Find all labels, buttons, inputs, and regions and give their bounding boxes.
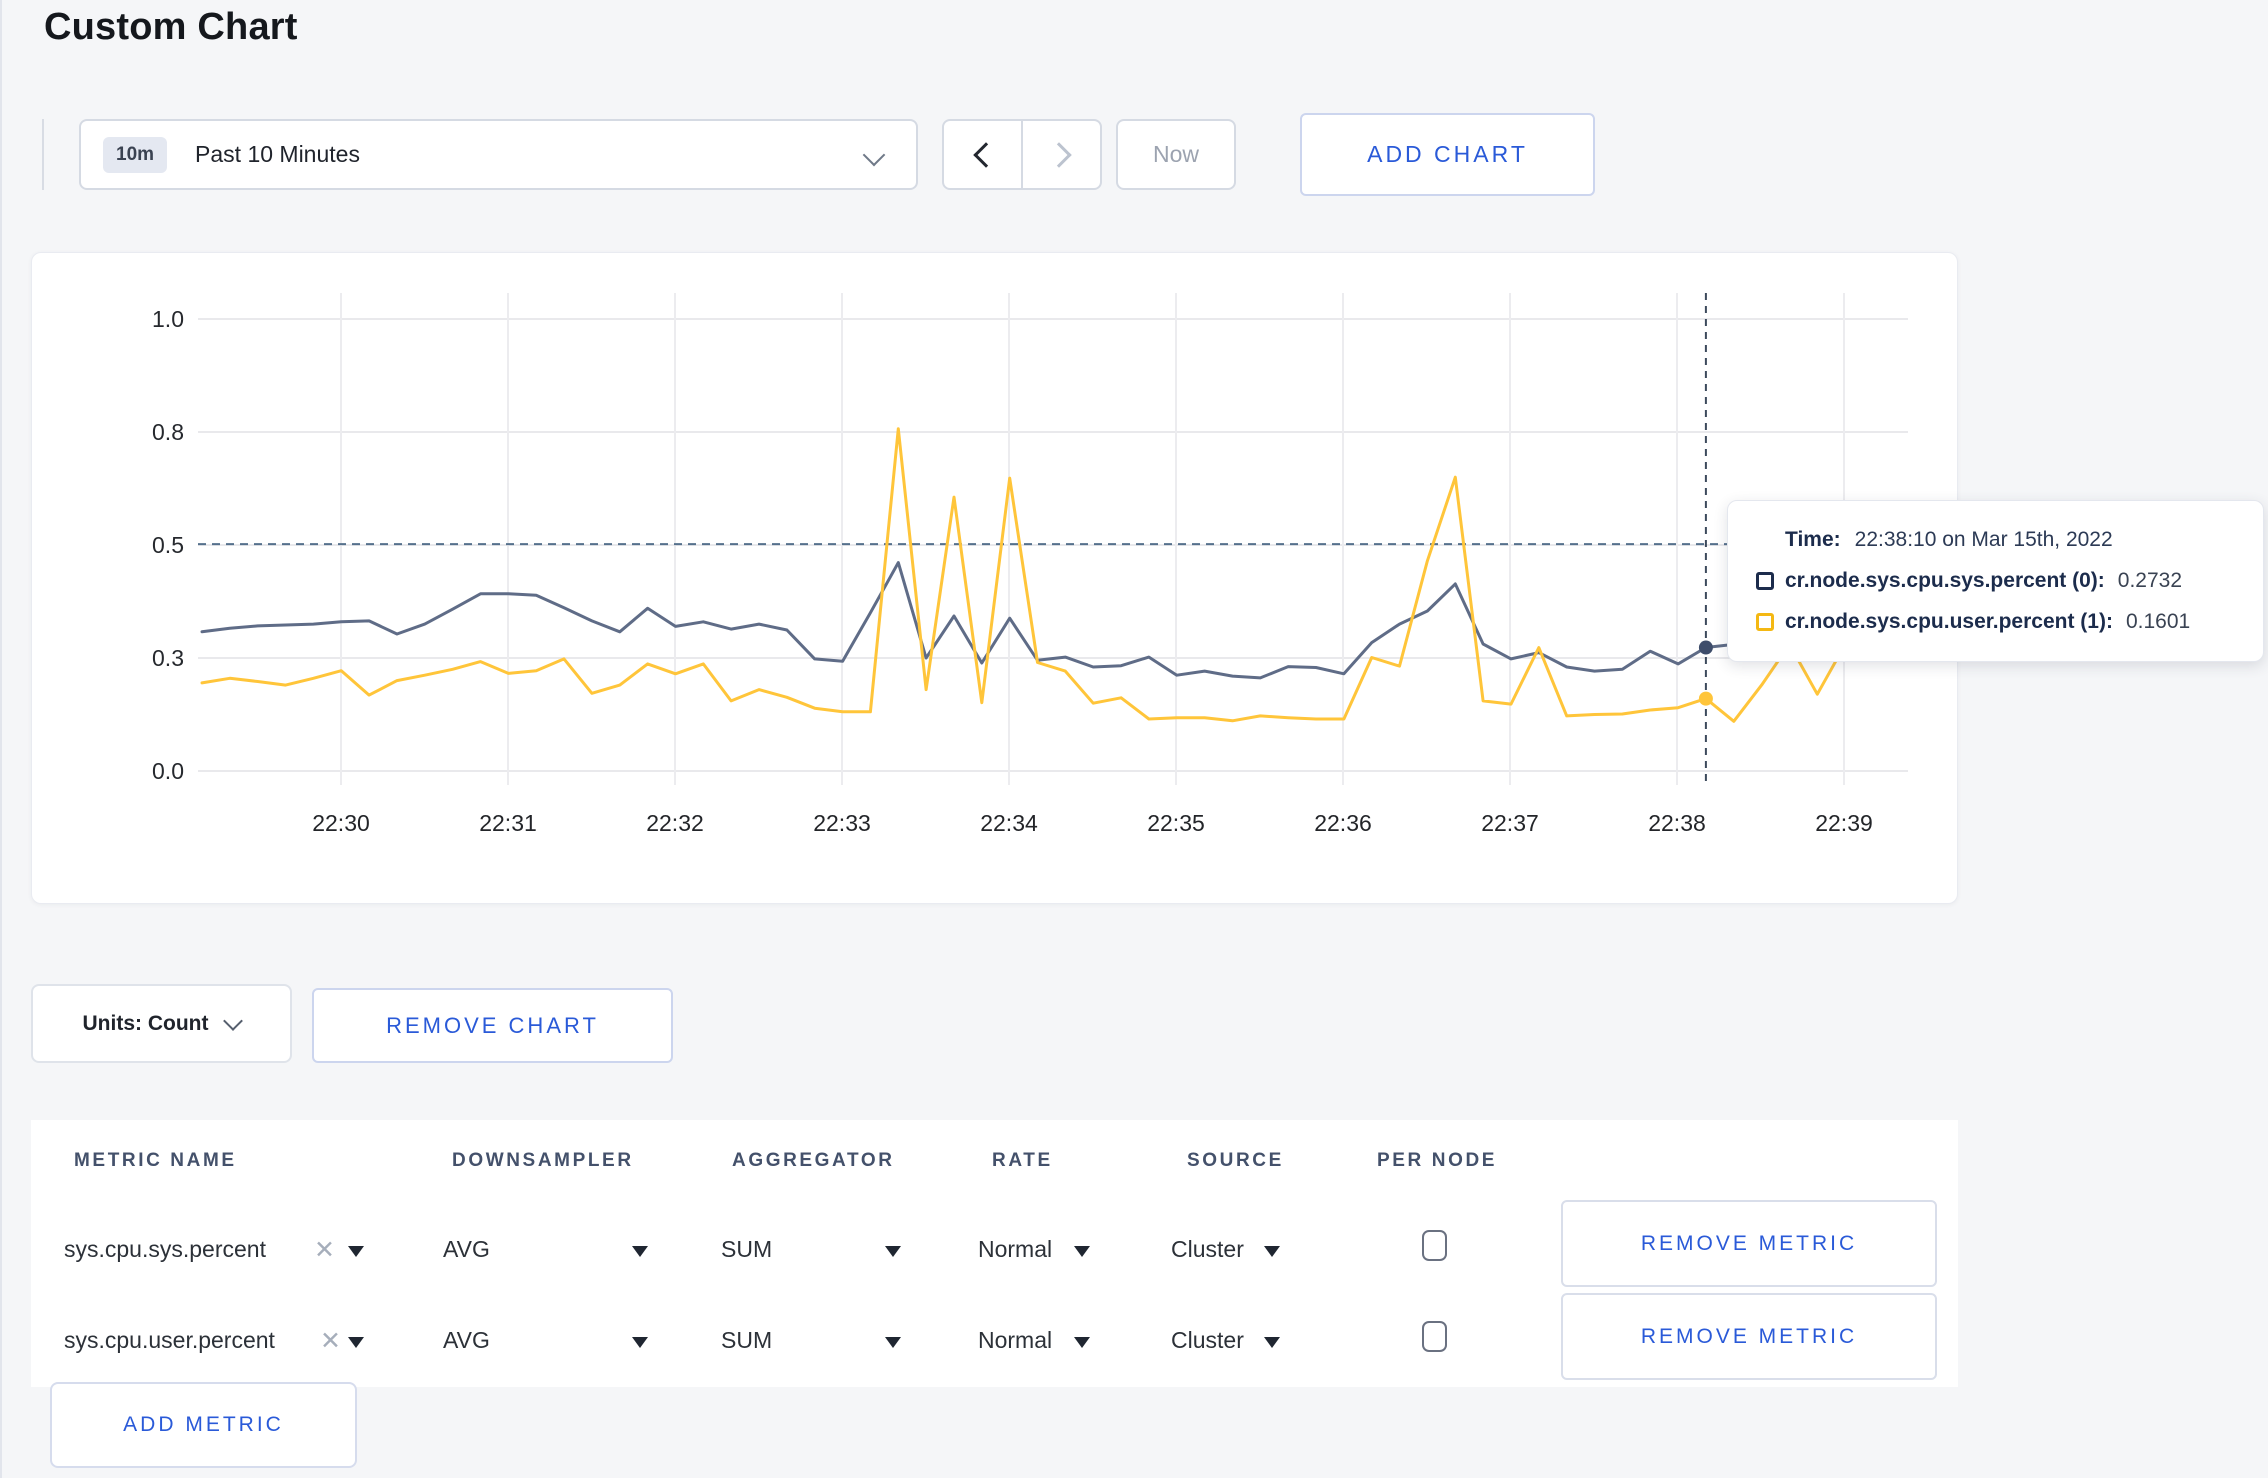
rate-caret-icon[interactable]	[1074, 1337, 1090, 1348]
tooltip-time-row: Time: 22:38:10 on Mar 15th, 2022	[1756, 528, 2263, 552]
downsampler-select[interactable]: AVG	[443, 1327, 490, 1354]
time-range-select[interactable]: 10m Past 10 Minutes	[79, 119, 918, 190]
chevron-down-icon	[862, 143, 886, 167]
aggregator-caret-icon[interactable]	[885, 1246, 901, 1257]
downsampler-select[interactable]: AVG	[443, 1236, 490, 1263]
units-select[interactable]: Units: Count	[31, 984, 292, 1063]
time-forward-button[interactable]	[1021, 121, 1100, 188]
tooltip-user-value: 0.1601	[2125, 610, 2191, 633]
svg-text:22:31: 22:31	[479, 810, 537, 836]
svg-text:1.0: 1.0	[152, 306, 184, 332]
svg-text:22:35: 22:35	[1147, 810, 1205, 836]
time-range-label: Past 10 Minutes	[195, 141, 360, 167]
header-source: SOURCE	[1187, 1150, 1284, 1171]
svg-text:0.0: 0.0	[152, 758, 184, 784]
metric-name-select[interactable]: sys.cpu.user.percent	[64, 1327, 275, 1354]
clear-metric-icon[interactable]: ✕	[314, 1235, 335, 1265]
svg-text:22:30: 22:30	[312, 810, 370, 836]
chart-tooltip: Time: 22:38:10 on Mar 15th, 2022 cr.node…	[1727, 500, 2264, 662]
chevron-right-icon	[1045, 141, 1072, 168]
rate-select[interactable]: Normal	[978, 1327, 1052, 1354]
add-metric-button[interactable]: ADD METRIC	[50, 1382, 357, 1468]
metric-caret-icon[interactable]	[348, 1246, 364, 1257]
tooltip-user-label: cr.node.sys.cpu.user.percent (1):	[1785, 610, 2113, 633]
tooltip-series-row-sys: cr.node.sys.cpu.sys.percent (0): 0.2732	[1756, 569, 2263, 593]
downsampler-caret-icon[interactable]	[632, 1337, 648, 1348]
page-title: Custom Chart	[44, 6, 298, 48]
source-select[interactable]: Cluster	[1171, 1236, 1244, 1263]
aggregator-select[interactable]: SUM	[721, 1236, 772, 1263]
source-select[interactable]: Cluster	[1171, 1327, 1244, 1354]
chart-card: 1.0 0.8 0.5 0.3 0.0 22:30 22:31 22:32 22:33 22:34…	[31, 252, 1958, 904]
chevron-down-icon	[223, 1010, 244, 1031]
svg-text:22:36: 22:36	[1314, 810, 1372, 836]
tooltip-sys-label: cr.node.sys.cpu.sys.percent (0):	[1785, 569, 2105, 592]
time-range-badge: 10m	[103, 136, 168, 173]
add-chart-label: ADD CHART	[1367, 141, 1528, 167]
tooltip-time-label: Time:	[1785, 528, 1841, 551]
remove-chart-button[interactable]: REMOVE CHART	[312, 988, 673, 1063]
rate-select[interactable]: Normal	[978, 1236, 1052, 1263]
time-back-button[interactable]	[944, 121, 1021, 188]
header-downsampler: DOWNSAMPLER	[452, 1150, 634, 1171]
svg-text:22:39: 22:39	[1815, 810, 1873, 836]
tooltip-time-value: 22:38:10 on Mar 15th, 2022	[1854, 528, 2113, 551]
header-metric-name: METRIC NAME	[74, 1150, 237, 1171]
remove-metric-label: REMOVE METRIC	[1640, 1231, 1858, 1255]
svg-text:22:33: 22:33	[813, 810, 871, 836]
add-metric-label: ADD METRIC	[123, 1413, 284, 1436]
now-button-label: Now	[1152, 141, 1199, 167]
user-series-swatch-icon	[1756, 613, 1774, 631]
svg-text:0.3: 0.3	[152, 645, 184, 671]
tooltip-sys-value: 0.2732	[2117, 569, 2183, 592]
header-aggregator: AGGREGATOR	[732, 1150, 895, 1171]
remove-chart-label: REMOVE CHART	[386, 1012, 599, 1038]
tooltip-series-row-user: cr.node.sys.cpu.user.percent (1): 0.1601	[1756, 610, 2263, 634]
metric-caret-icon[interactable]	[348, 1337, 364, 1348]
source-caret-icon[interactable]	[1264, 1337, 1280, 1348]
per-node-checkbox[interactable]	[1422, 1321, 1447, 1352]
clear-metric-icon[interactable]: ✕	[320, 1326, 341, 1356]
remove-metric-button[interactable]: REMOVE METRIC	[1561, 1200, 1937, 1287]
svg-text:0.5: 0.5	[152, 532, 184, 558]
time-nav-group	[942, 119, 1102, 190]
sys-series-swatch-icon	[1756, 572, 1774, 590]
units-select-label: Units: Count	[82, 1011, 209, 1035]
svg-text:22:34: 22:34	[980, 810, 1038, 836]
rate-caret-icon[interactable]	[1074, 1246, 1090, 1257]
custom-chart-page: Custom Chart 10m Past 10 Minutes Now ADD…	[0, 0, 2268, 1478]
now-button[interactable]: Now	[1116, 119, 1236, 190]
metric-name-select[interactable]: sys.cpu.sys.percent	[64, 1236, 266, 1263]
remove-metric-button[interactable]: REMOVE METRIC	[1561, 1293, 1937, 1380]
header-per-node: PER NODE	[1377, 1150, 1498, 1171]
toolbar-divider	[42, 119, 44, 190]
remove-metric-label: REMOVE METRIC	[1640, 1324, 1858, 1348]
downsampler-caret-icon[interactable]	[632, 1246, 648, 1257]
svg-text:0.8: 0.8	[152, 419, 184, 445]
per-node-checkbox[interactable]	[1422, 1230, 1447, 1261]
add-chart-button[interactable]: ADD CHART	[1300, 113, 1595, 196]
line-chart[interactable]: 1.0 0.8 0.5 0.3 0.0 22:30 22:31 22:32 22:33 22:34…	[32, 253, 1957, 903]
chevron-left-icon	[972, 141, 999, 168]
header-rate: RATE	[992, 1150, 1053, 1171]
source-caret-icon[interactable]	[1264, 1246, 1280, 1257]
aggregator-caret-icon[interactable]	[885, 1337, 901, 1348]
svg-text:22:38: 22:38	[1648, 810, 1706, 836]
aggregator-select[interactable]: SUM	[721, 1327, 772, 1354]
svg-text:22:32: 22:32	[646, 810, 704, 836]
svg-text:22:37: 22:37	[1481, 810, 1539, 836]
